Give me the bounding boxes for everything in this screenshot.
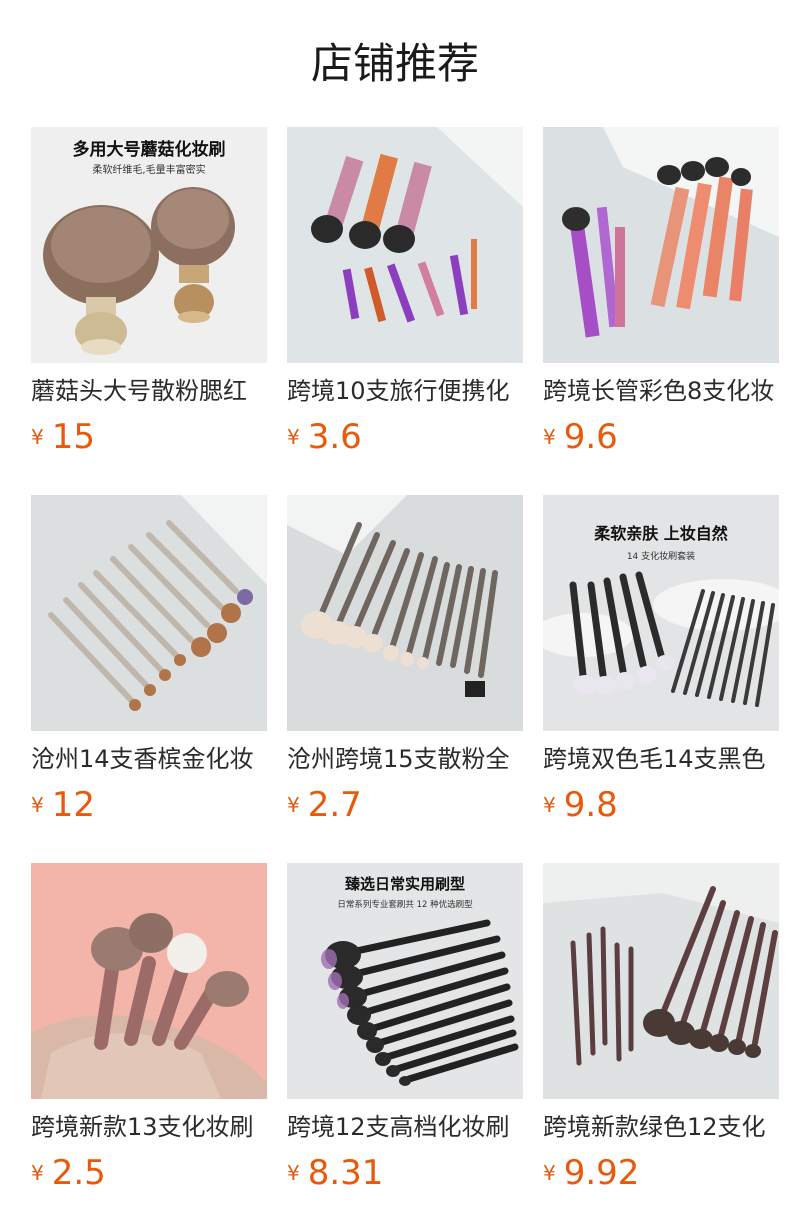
- product-card[interactable]: 沧州跨境15支散粉全 ¥2.7: [287, 495, 523, 835]
- product-image[interactable]: 臻选日常实用刷型 日常系列专业套刷共 12 种优选刷型: [287, 863, 523, 1099]
- product-price: ¥3.6: [287, 414, 362, 460]
- currency-symbol: ¥: [31, 1161, 44, 1185]
- product-card[interactable]: 跨境长管彩色8支化妆 ¥9.6: [543, 127, 779, 467]
- product-name[interactable]: 跨境长管彩色8支化妆: [543, 373, 779, 409]
- product-card[interactable]: 跨境10支旅行便携化 ¥3.6: [287, 127, 523, 467]
- product-card[interactable]: 柔软亲肤 上妆自然 14 支化妆刷套装 跨境双色毛14支黑色 ¥ 9.8: [543, 495, 779, 835]
- product-price: ¥12: [31, 782, 95, 828]
- product-name[interactable]: 沧州跨境15支散粉全: [287, 741, 523, 777]
- image-caption: 多用大号蘑菇化妆刷: [73, 139, 226, 160]
- product-card[interactable]: 臻选日常实用刷型 日常系列专业套刷共 12 种优选刷型 跨境12支高档化妆刷 ¥…: [287, 863, 523, 1203]
- product-name[interactable]: 跨境新款绿色12支化: [543, 1109, 779, 1145]
- image-caption: 臻选日常实用刷型: [345, 875, 465, 893]
- product-image[interactable]: [543, 863, 779, 1099]
- product-image[interactable]: [31, 863, 267, 1099]
- image-caption: 柔软亲肤 上妆自然: [593, 524, 728, 543]
- product-card[interactable]: 跨境新款绿色12支化 ¥9.92: [543, 863, 779, 1203]
- product-card[interactable]: 多用大号蘑菇化妆刷 柔软纤维毛,毛量丰富密实 蘑菇头大号散粉腮红 ¥15: [31, 127, 267, 467]
- product-name[interactable]: 跨境10支旅行便携化: [287, 373, 523, 409]
- currency-symbol: ¥: [287, 425, 300, 449]
- product-card[interactable]: 跨境新款13支化妆刷 ¥2.5: [31, 863, 267, 1203]
- product-image[interactable]: 多用大号蘑菇化妆刷 柔软纤维毛,毛量丰富密实: [31, 127, 267, 363]
- product-image[interactable]: [31, 495, 267, 731]
- product-price: ¥2.7: [287, 782, 362, 828]
- currency-symbol: ¥: [31, 793, 44, 817]
- price-amount: 9.92: [563, 1153, 640, 1193]
- price-amount: 15: [51, 417, 95, 457]
- price-amount: 8.31: [307, 1153, 384, 1193]
- price-amount: 9.8: [563, 785, 618, 825]
- product-price: ¥8.31: [287, 1150, 383, 1196]
- product-price: ¥15: [31, 414, 95, 460]
- product-name[interactable]: 蘑菇头大号散粉腮红: [31, 373, 267, 409]
- product-name[interactable]: 跨境双色毛14支黑色: [543, 741, 779, 777]
- currency-symbol: ¥: [543, 425, 556, 449]
- currency-symbol: ¥: [287, 1161, 300, 1185]
- currency-symbol: ¥: [287, 793, 300, 817]
- image-subcaption: 日常系列专业套刷共 12 种优选刷型: [337, 899, 473, 910]
- price-amount: 3.6: [307, 417, 362, 457]
- product-image[interactable]: [287, 127, 523, 363]
- currency-symbol: ¥: [31, 425, 44, 449]
- price-amount: 2.7: [307, 785, 362, 825]
- product-price: ¥9.8: [543, 782, 618, 828]
- product-price: ¥9.92: [543, 1150, 639, 1196]
- currency-symbol: ¥: [543, 793, 556, 817]
- page-title: 店铺推荐: [310, 39, 479, 88]
- currency-symbol: ¥: [543, 1161, 556, 1185]
- product-image[interactable]: [287, 495, 523, 731]
- product-name[interactable]: 跨境新款13支化妆刷: [31, 1109, 267, 1145]
- product-card[interactable]: 沧州14支香槟金化妆 ¥12: [31, 495, 267, 835]
- image-subcaption: 柔软纤维毛,毛量丰富密实: [92, 163, 205, 176]
- product-name[interactable]: 沧州14支香槟金化妆: [31, 741, 267, 777]
- price-amount: 9.6: [563, 417, 618, 457]
- product-price: ¥2.5: [31, 1150, 106, 1196]
- price-amount: 2.5: [51, 1153, 106, 1193]
- product-price: ¥9.6: [543, 414, 618, 460]
- product-image[interactable]: [543, 127, 779, 363]
- product-name[interactable]: 跨境12支高档化妆刷: [287, 1109, 523, 1145]
- image-subcaption: 14 支化妆刷套装: [627, 550, 695, 562]
- price-amount: 12: [51, 785, 95, 825]
- product-image[interactable]: 柔软亲肤 上妆自然 14 支化妆刷套装: [543, 495, 779, 731]
